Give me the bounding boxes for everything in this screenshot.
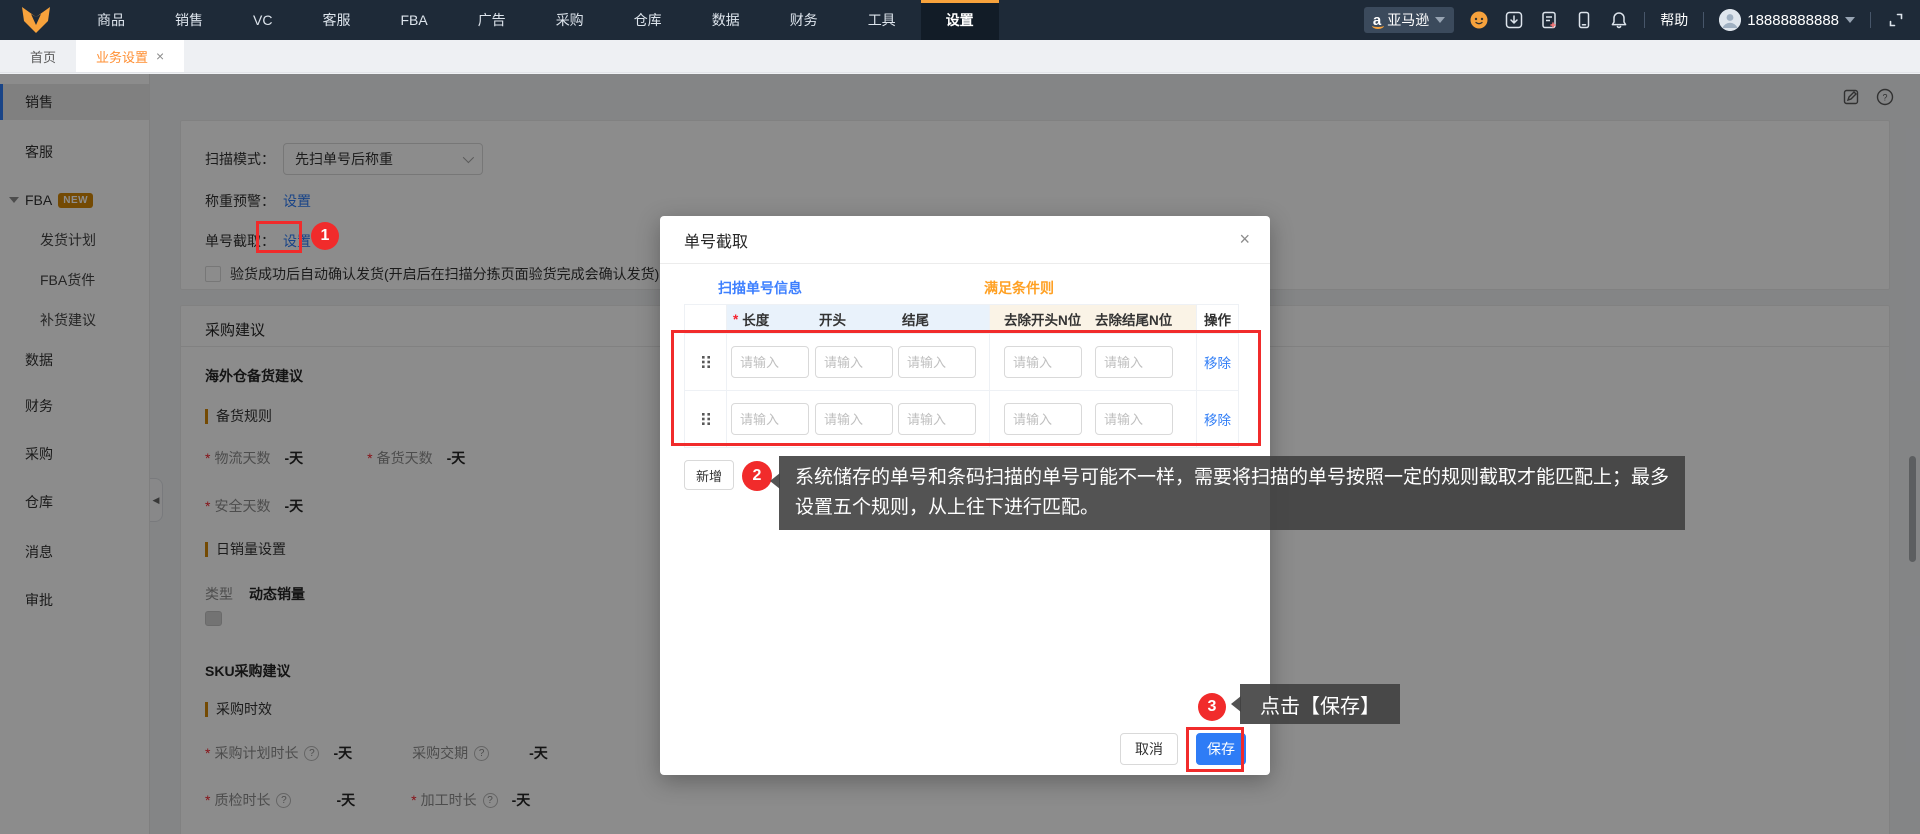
modal-title: 单号截取 xyxy=(684,233,749,251)
condition-group-label: 满足条件则 xyxy=(984,280,1054,296)
add-rule-button[interactable]: 新增 xyxy=(684,460,734,490)
customer-service-icon[interactable] xyxy=(1469,10,1489,30)
annotation-tooltip-rules: 系统储存的单号和条码扫描的单号可能不一样，需要将扫描的单号按照一定的规则截取才能… xyxy=(770,456,1685,530)
notification-bell-icon[interactable] xyxy=(1609,10,1629,30)
annotation-step-2: 2 xyxy=(742,461,772,491)
col-remove-start-header: 去除开头N位 xyxy=(989,305,1089,333)
col-remove-end-label: 去除结尾N位 xyxy=(1095,313,1173,328)
col-remove-start-label: 去除开头N位 xyxy=(1004,313,1082,328)
col-end-label: 结尾 xyxy=(902,313,929,328)
chevron-down-icon xyxy=(1435,17,1446,23)
help-link[interactable]: 帮助 xyxy=(1660,10,1688,30)
avatar xyxy=(1719,9,1742,31)
nav-item-settings[interactable]: 设置 xyxy=(920,0,999,40)
annotation-step-1: 1 xyxy=(311,222,339,250)
annotation-box-set-link xyxy=(256,221,302,253)
tab-home[interactable]: 首页 xyxy=(10,40,76,72)
amazon-logo-icon: a xyxy=(1371,11,1385,29)
scan-info-group-label: 扫描单号信息 xyxy=(718,280,802,296)
nav-item-purchase[interactable]: 采购 xyxy=(531,0,609,40)
top-nav-bar: 商品 销售 VC 客服 FBA 广告 采购 仓库 数据 财务 工具 设置 a 亚… xyxy=(0,0,1920,40)
col-end-header: 结尾 xyxy=(896,305,989,333)
col-length-header: * 长度 xyxy=(727,305,813,333)
nav-item-sales[interactable]: 销售 xyxy=(150,0,228,40)
nav-item-tools[interactable]: 工具 xyxy=(843,0,921,40)
divider xyxy=(1703,12,1705,28)
account-phone: 18888888888 xyxy=(1747,11,1839,29)
annotation-box-rule-rows xyxy=(671,330,1261,446)
close-icon[interactable]: × xyxy=(1239,230,1250,248)
col-action-header: 操作 xyxy=(1196,305,1238,333)
col-start-label: 开头 xyxy=(819,313,846,328)
nav-item-fba[interactable]: FBA xyxy=(375,0,452,40)
marketplace-label: 亚马逊 xyxy=(1387,12,1430,28)
annotation-step-3: 3 xyxy=(1198,693,1226,721)
column-group-labels: 扫描单号信息 满足条件则 xyxy=(660,278,1270,298)
topbar-right-cluster: a 亚马逊 帮助 18888888888 xyxy=(1363,0,1920,40)
fox-logo-icon xyxy=(22,7,50,33)
col-start-header: 开头 xyxy=(813,305,896,333)
col-remove-end-header: 去除结尾N位 xyxy=(1089,305,1196,333)
nav-item-warehouse[interactable]: 仓库 xyxy=(609,0,687,40)
nav-item-service[interactable]: 客服 xyxy=(297,0,375,40)
divider xyxy=(1644,12,1646,28)
col-length-label: 长度 xyxy=(742,313,770,328)
nav-item-ads[interactable]: 广告 xyxy=(453,0,531,40)
mobile-app-icon[interactable] xyxy=(1574,10,1594,30)
tab-business-settings[interactable]: 业务设置 × xyxy=(76,40,185,72)
close-icon[interactable]: × xyxy=(156,48,164,64)
tab-home-label: 首页 xyxy=(30,49,57,65)
rules-table-header: * 长度 开头 结尾 去除开头N位 去除结尾N位 操作 xyxy=(685,305,1238,333)
order-add-icon[interactable] xyxy=(1539,10,1559,30)
app-logo[interactable] xyxy=(0,0,72,40)
marketplace-switcher[interactable]: a 亚马逊 xyxy=(1363,7,1455,33)
tab-business-settings-label: 业务设置 xyxy=(96,49,149,65)
divider xyxy=(1870,12,1871,28)
chevron-down-icon xyxy=(1845,17,1855,23)
nav-item-finance[interactable]: 财务 xyxy=(765,0,843,40)
col-action-label: 操作 xyxy=(1204,313,1231,328)
page-tab-bar: 首页 业务设置 × xyxy=(0,40,1920,73)
annotation-box-save-button xyxy=(1186,727,1244,772)
nav-item-vc[interactable]: VC xyxy=(228,0,297,40)
drag-column-header xyxy=(685,305,727,333)
modal-header: 单号截取 xyxy=(660,216,1270,264)
fullscreen-icon[interactable] xyxy=(1886,10,1906,30)
download-icon[interactable] xyxy=(1504,10,1524,30)
nav-item-products[interactable]: 商品 xyxy=(72,0,150,40)
cancel-button[interactable]: 取消 xyxy=(1120,733,1178,765)
annotation-tooltip-save: 点击【保存】 xyxy=(1231,684,1400,724)
account-menu[interactable]: 18888888888 xyxy=(1719,9,1855,31)
nav-item-data[interactable]: 数据 xyxy=(687,0,765,40)
main-nav: 商品 销售 VC 客服 FBA 广告 采购 仓库 数据 财务 工具 设置 xyxy=(72,0,999,40)
required-mark: * xyxy=(733,311,739,327)
